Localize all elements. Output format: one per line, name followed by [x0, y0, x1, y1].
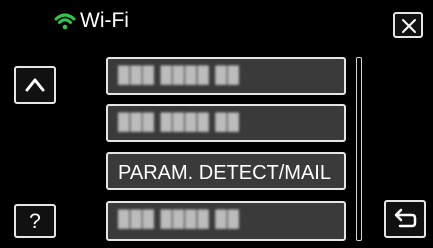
scroll-up-button[interactable]: [14, 66, 56, 104]
return-icon: [394, 208, 417, 228]
help-label: ?: [29, 210, 41, 233]
obscured-item-label: ███ ████ ██: [118, 114, 240, 131]
scrollbar[interactable]: [356, 57, 362, 241]
help-button[interactable]: ?: [14, 204, 56, 238]
list-item[interactable]: ███ ████ ██: [106, 104, 346, 142]
header-bar: Wi-Fi: [0, 0, 433, 44]
obscured-item-label: ███ ████ ██: [118, 67, 240, 84]
list-item-param-detect-mail[interactable]: PARAM. DETECT/MAIL: [106, 152, 346, 190]
list-item[interactable]: ███ ████ ██: [106, 57, 346, 95]
list-item-label: PARAM. DETECT/MAIL: [118, 162, 331, 184]
obscured-item-label: ███ ████ ██: [118, 211, 240, 228]
close-icon: [402, 19, 416, 33]
back-button[interactable]: [384, 200, 426, 238]
page-title: Wi-Fi: [80, 9, 129, 32]
wifi-icon: [54, 13, 76, 30]
list-item[interactable]: ███ ████ ██: [106, 201, 346, 241]
close-button[interactable]: [393, 12, 423, 38]
chevron-up-icon: [25, 78, 45, 92]
